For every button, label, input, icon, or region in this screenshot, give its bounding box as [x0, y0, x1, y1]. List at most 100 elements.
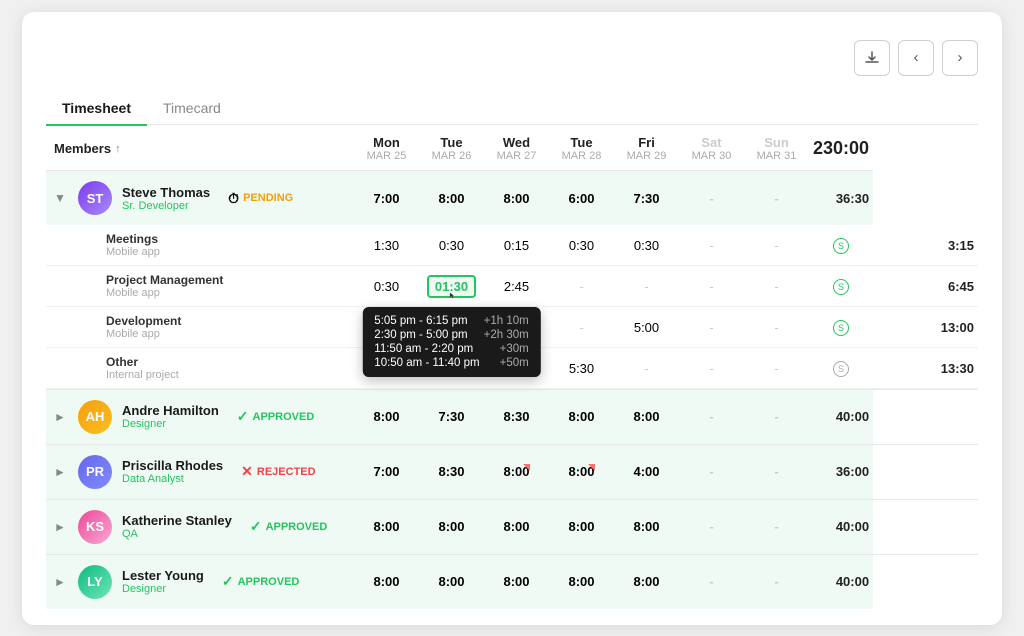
expand-button[interactable]: ►: [50, 462, 70, 482]
tooltip-time: 2:30 pm - 5:00 pm: [374, 329, 467, 341]
member-day-cell: 8:00: [484, 171, 549, 226]
tab-timecard[interactable]: Timecard: [147, 92, 237, 126]
expand-button[interactable]: ►: [50, 407, 70, 427]
expand-button[interactable]: ▼: [50, 188, 70, 208]
member-name-cell: LYLester YoungDesigner✓APPROVED: [74, 555, 354, 609]
bill-icon: S: [833, 279, 849, 295]
task-day-cell: -: [549, 307, 614, 348]
task-day-cell: -: [679, 225, 744, 266]
expand-button[interactable]: ►: [50, 517, 70, 537]
bill-icon: S: [833, 238, 849, 254]
task-day-cell: -: [744, 307, 809, 348]
task-day-cell: -: [614, 266, 679, 307]
status-badge: ✓APPROVED: [214, 570, 307, 593]
chevron-left-icon: ‹: [914, 49, 919, 66]
tooltip-diff: +2h 30m: [484, 329, 529, 341]
tooltip-diff: +50m: [500, 357, 529, 369]
task-project: Internal project: [106, 369, 350, 381]
col-sat: Sat MAR 30: [679, 125, 744, 171]
task-day-cell: 1:30: [354, 225, 419, 266]
task-day-cell: -: [549, 266, 614, 307]
flagged-cell-wrapper: 8:00: [568, 464, 594, 479]
tooltip-time: 5:05 pm - 6:15 pm: [374, 315, 467, 327]
task-day-cell: 0:15: [484, 225, 549, 266]
avatar: PR: [78, 455, 112, 489]
member-day-cell: -: [744, 500, 809, 554]
member-name-cell: PRPriscilla RhodesData Analyst✕REJECTED: [74, 445, 354, 499]
member-day-cell: -: [744, 445, 809, 499]
next-button[interactable]: ›: [942, 40, 978, 76]
bill-icon: S: [833, 361, 849, 377]
member-day-cell: -: [679, 555, 744, 609]
member-day-cell: 8:00: [419, 555, 484, 609]
task-total: 13:00: [873, 307, 978, 348]
member-day-cell: 6:00: [549, 171, 614, 226]
sort-arrow-icon: ↑: [115, 143, 121, 155]
member-day-cell: 8:00: [614, 390, 679, 444]
task-day-cell: 0:30: [549, 225, 614, 266]
member-day-cell: -: [679, 500, 744, 554]
member-row: ►KSKatherine StanleyQA✓APPROVED8:008:008…: [46, 500, 978, 554]
task-day-cell: -: [679, 307, 744, 348]
member-day-cell: 8:00: [484, 500, 549, 554]
task-name-cell: OtherInternal project: [74, 348, 354, 389]
task-day-cell: 0:30: [419, 225, 484, 266]
member-day-cell: 8:00: [549, 555, 614, 609]
member-day-cell: 8:00: [614, 555, 679, 609]
main-card: ‹ › Timesheet Timecard Members ↑ Mon: [22, 12, 1002, 625]
members-sort[interactable]: Members ↑: [54, 141, 121, 156]
member-day-cell: 8:00: [354, 555, 419, 609]
member-name-cell: KSKatherine StanleyQA✓APPROVED: [74, 500, 354, 554]
expand-button[interactable]: ►: [50, 572, 70, 592]
col-mon: Mon MAR 25: [354, 125, 419, 171]
task-name-cell: MeetingsMobile app: [74, 225, 354, 266]
prev-button[interactable]: ‹: [898, 40, 934, 76]
member-role: Designer: [122, 583, 204, 595]
member-day-cell: 8:00: [419, 171, 484, 226]
member-total: 36:00: [809, 445, 873, 499]
task-day-cell: -: [744, 225, 809, 266]
member-name-text: Priscilla Rhodes: [122, 458, 223, 473]
status-badge: ✓APPROVED: [242, 515, 335, 538]
bill-cell: S: [809, 348, 873, 389]
member-row: ►PRPriscilla RhodesData Analyst✕REJECTED…: [46, 445, 978, 499]
member-day-cell: 8:00: [354, 500, 419, 554]
task-day-cell: 2:45: [484, 266, 549, 307]
member-day-cell: 8:00: [484, 445, 549, 499]
member-day-cell: -: [744, 171, 809, 226]
member-day-cell: 8:30: [419, 445, 484, 499]
member-name-cell: AH Andre HamiltonDesigner ✓APPROVED: [74, 390, 354, 444]
member-name-text: Andre Hamilton: [122, 403, 219, 418]
member-total: 40:00: [809, 555, 873, 609]
tab-timesheet[interactable]: Timesheet: [46, 92, 147, 126]
header-actions: ‹ ›: [854, 40, 978, 76]
members-label: Members: [54, 141, 111, 156]
member-day-cell: 8:00: [549, 445, 614, 499]
member-day-cell: -: [679, 445, 744, 499]
task-name-cell: DevelopmentMobile app: [74, 307, 354, 348]
status-badge: ✓APPROVED: [229, 405, 322, 428]
task-project: Mobile app: [106, 287, 350, 299]
avatar: AH: [78, 400, 112, 434]
member-name-text: Lester Young: [122, 568, 204, 583]
member-role: Data Analyst: [122, 473, 223, 485]
export-button[interactable]: [854, 40, 890, 76]
col-tue26: Tue MAR 26: [419, 125, 484, 171]
bill-cell: S: [809, 307, 873, 348]
tooltip-diff: +30m: [500, 343, 529, 355]
task-project: Mobile app: [106, 246, 350, 258]
chevron-right-icon: ›: [958, 49, 963, 66]
task-row: Project ManagementMobile app0:3001:305:0…: [46, 266, 978, 307]
member-day-cell: 8:00: [549, 500, 614, 554]
member-day-cell: 8:00: [419, 500, 484, 554]
member-role: Designer: [122, 418, 219, 430]
member-day-cell: -: [679, 390, 744, 444]
member-name-text: Steve Thomas: [122, 185, 210, 200]
member-role: Sr. Developer: [122, 200, 210, 212]
member-role: QA: [122, 528, 232, 540]
flag-icon: [523, 464, 530, 471]
member-day-cell: 7:30: [614, 171, 679, 226]
col-tue28: Tue MAR 28: [549, 125, 614, 171]
tabs: Timesheet Timecard: [46, 92, 978, 126]
task-day-cell: -: [679, 266, 744, 307]
